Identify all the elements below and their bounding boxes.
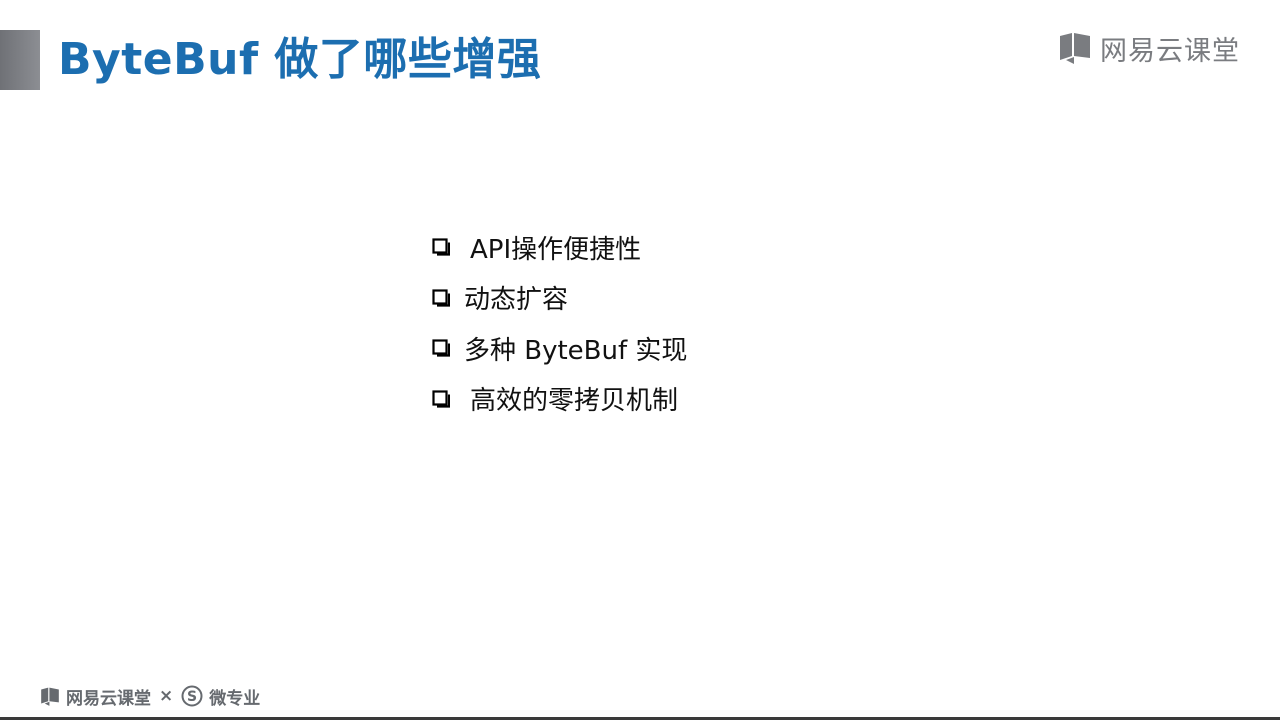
list-item: 动态扩容 bbox=[432, 273, 687, 324]
bullet-text: 动态扩容 bbox=[464, 285, 569, 316]
book-icon bbox=[41, 687, 59, 706]
svg-text:S: S bbox=[187, 689, 197, 705]
bullet-text: 多种 ByteBuf 实现 bbox=[464, 335, 688, 366]
book-icon bbox=[1060, 33, 1090, 64]
checkbox-icon bbox=[432, 238, 450, 256]
checkbox-icon bbox=[432, 339, 450, 357]
brand-logo-text: 网易云课堂 bbox=[1100, 35, 1240, 67]
list-item: 多种 ByteBuf 实现 bbox=[432, 323, 687, 374]
list-item: 高效的零拷贝机制 bbox=[432, 374, 687, 425]
brand-logo: 网易云课堂 bbox=[1058, 30, 1240, 67]
title-accent-bar bbox=[0, 30, 40, 90]
bullet-text: API操作便捷性 bbox=[470, 234, 642, 265]
slide-title: ByteBuf 做了哪些增强 bbox=[58, 34, 542, 85]
checkbox-icon bbox=[432, 390, 450, 408]
bullet-text: 高效的零拷贝机制 bbox=[470, 386, 679, 417]
list-item: API操作便捷性 bbox=[432, 222, 687, 273]
s-circle-icon: S bbox=[181, 685, 203, 707]
slide: ByteBuf 做了哪些增强 网易云课堂 API操作便捷性 动态扩容 多种 By… bbox=[0, 0, 1280, 720]
footer-brand: 网易云课堂 bbox=[66, 688, 151, 709]
footer-separator: × bbox=[159, 686, 174, 706]
footer-logo: 网易云课堂 × S 微专业 bbox=[40, 684, 261, 709]
checkbox-icon bbox=[432, 289, 450, 307]
footer-partner: 微专业 bbox=[209, 688, 261, 709]
bullet-list: API操作便捷性 动态扩容 多种 ByteBuf 实现 高效的零拷贝机制 bbox=[432, 222, 687, 424]
